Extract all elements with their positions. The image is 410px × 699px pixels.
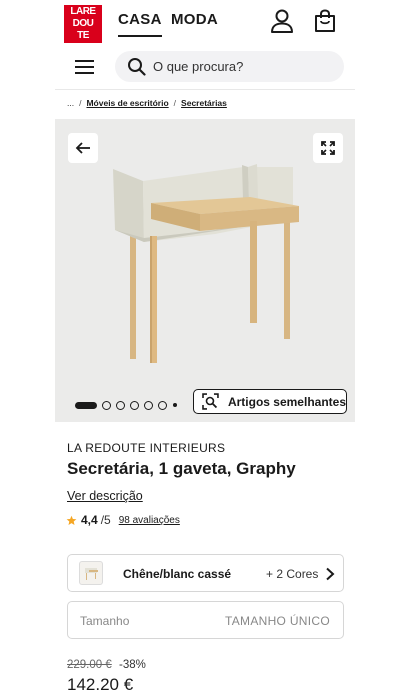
search-input[interactable] <box>153 51 333 82</box>
breadcrumb-root[interactable]: ... <box>67 98 74 108</box>
back-button[interactable] <box>68 133 98 163</box>
size-value: TAMANHO ÚNICO <box>224 614 330 628</box>
breadcrumb-separator: / <box>79 98 82 108</box>
logo-line-2: DOU <box>72 18 94 29</box>
header-divider <box>55 89 355 90</box>
size-selector[interactable]: Tamanho TAMANHO ÚNICO <box>67 601 344 639</box>
similar-items-button[interactable]: Artigos semelhantes <box>193 389 347 414</box>
star-icon <box>66 515 77 525</box>
color-swatch-thumbnail <box>79 561 103 585</box>
selected-color-name: Chêne/blanc cassé <box>123 567 232 581</box>
size-label: Tamanho <box>80 614 130 628</box>
tab-moda[interactable]: MODA <box>171 11 218 28</box>
pagination-dot[interactable] <box>158 400 167 410</box>
pagination-dot[interactable] <box>144 400 153 410</box>
site-header: LARE DOU TE CASA MODA <box>0 0 410 44</box>
rating-max: /5 <box>100 513 111 527</box>
shopping-bag-icon[interactable] <box>312 8 338 34</box>
search-icon[interactable] <box>127 57 146 76</box>
arrow-left-icon <box>75 142 90 154</box>
expand-icon <box>321 141 335 155</box>
current-price: 142.20 € <box>67 675 134 694</box>
search-bar[interactable] <box>115 51 344 82</box>
product-image-desk <box>113 164 299 363</box>
breadcrumb-link-moveis-escritorio[interactable]: Móveis de escritório <box>86 98 168 108</box>
breadcrumb-link-secretarias[interactable]: Secretárias <box>181 98 227 108</box>
logo-line-3: TE <box>77 30 89 41</box>
view-description-link[interactable]: Ver descrição <box>67 489 143 503</box>
pagination-dot[interactable] <box>116 400 125 410</box>
fullscreen-button[interactable] <box>313 133 343 163</box>
gallery-pagination <box>75 400 177 410</box>
breadcrumb-separator: / <box>173 98 177 108</box>
pagination-more-dot <box>173 403 177 407</box>
original-price: 229.00 € <box>67 659 112 671</box>
pagination-dot[interactable] <box>130 400 139 410</box>
breadcrumb: ... / Móveis de escritório / Secretárias <box>67 98 227 108</box>
la-redoute-logo[interactable]: LARE DOU TE <box>64 5 102 43</box>
reviews-link[interactable]: 98 avaliações <box>119 515 180 526</box>
hamburger-menu-icon[interactable] <box>74 57 96 77</box>
pagination-dot-active[interactable] <box>75 401 97 409</box>
product-gallery[interactable]: Artigos semelhantes <box>55 119 355 422</box>
rating-value: 4,4 <box>81 513 98 527</box>
product-brand[interactable]: LA REDOUTE INTERIEURS <box>67 441 225 455</box>
visual-search-icon <box>202 393 219 410</box>
product-rating[interactable]: 4,4 /5 98 avaliações <box>66 513 180 527</box>
logo-line-1: LARE <box>70 6 96 17</box>
pagination-dot[interactable] <box>102 400 111 410</box>
similar-items-label: Artigos semelhantes <box>227 394 346 409</box>
color-selector[interactable]: Chêne/blanc cassé + 2 Cores <box>67 554 344 592</box>
tab-casa[interactable]: CASA <box>118 11 162 37</box>
more-colors-count: + 2 Cores <box>266 567 319 581</box>
discount-badge: -38% <box>119 659 146 671</box>
user-icon[interactable] <box>269 8 295 34</box>
chevron-right-icon <box>326 567 335 581</box>
product-title: Secretária, 1 gaveta, Graphy <box>67 459 296 478</box>
